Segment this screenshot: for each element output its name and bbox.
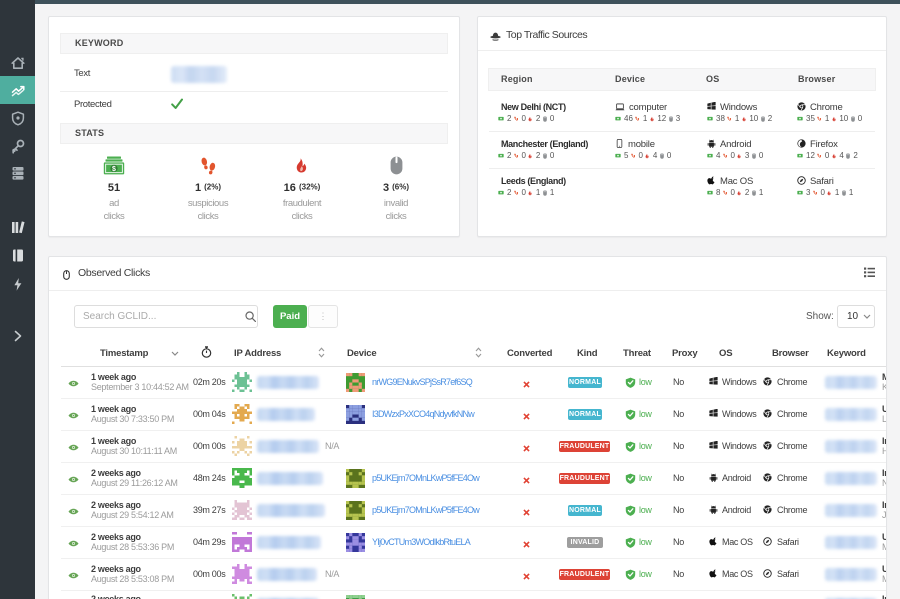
svg-text:$: $: [112, 166, 116, 173]
